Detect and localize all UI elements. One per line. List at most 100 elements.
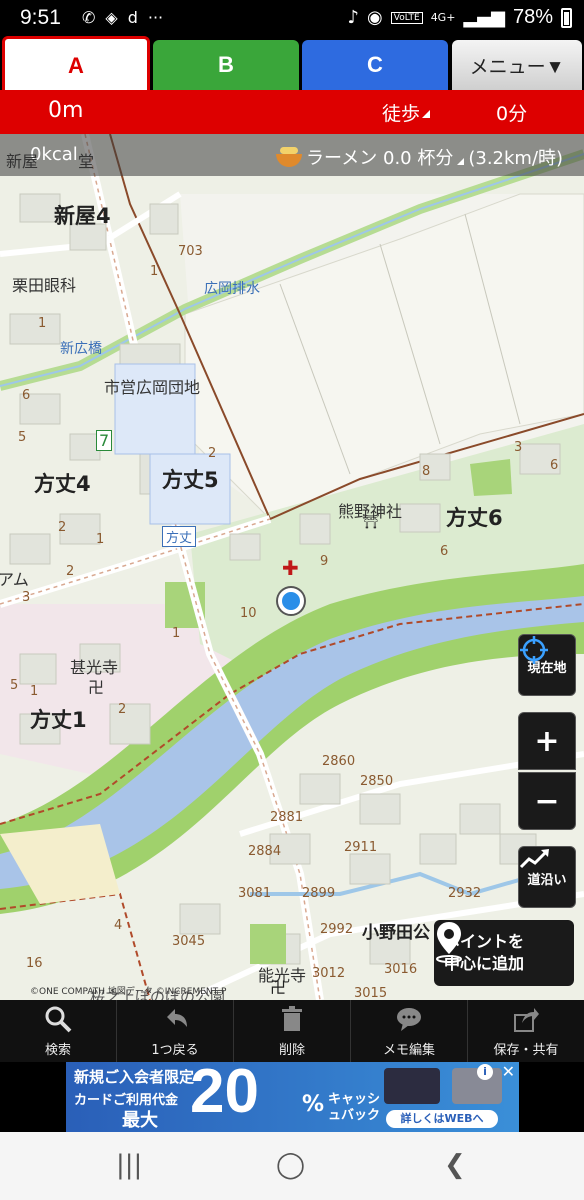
- map-number: 16: [26, 956, 43, 971]
- ramen-bowl-icon: [276, 147, 302, 167]
- map-number: 3: [514, 440, 523, 455]
- time-value: 0分: [496, 103, 528, 125]
- shield-icon: ◈: [105, 8, 118, 27]
- map-number: 2911: [344, 840, 378, 855]
- ad-close-icon[interactable]: ✕: [502, 1062, 515, 1081]
- map-number: 3015: [354, 986, 388, 1000]
- map-number: 1: [38, 316, 47, 331]
- volte-icon: VoLTE: [390, 11, 423, 24]
- tab-a[interactable]: A: [2, 36, 150, 92]
- map-number: 1: [96, 532, 105, 547]
- map-number: 2: [118, 702, 127, 717]
- back-icon[interactable]: ❮: [444, 1150, 466, 1180]
- ad-percent: %: [302, 1092, 325, 1117]
- home-icon[interactable]: ◯: [276, 1150, 305, 1180]
- map-label-shinhiro: 新広橋: [60, 341, 102, 357]
- search-icon: [45, 1006, 72, 1033]
- 4g-icon: 4G+: [430, 11, 456, 24]
- map-number: 6: [22, 388, 31, 403]
- ramen-selector[interactable]: ラーメン 0.0 杯分 (3.2km/時): [276, 144, 563, 170]
- recents-icon[interactable]: |||: [116, 1150, 142, 1180]
- ad-info-icon[interactable]: i: [477, 1064, 493, 1080]
- map-number: 2: [66, 564, 75, 579]
- map-number: 3: [22, 590, 31, 605]
- map-number: 6: [440, 544, 449, 559]
- tab-c[interactable]: C: [302, 40, 448, 90]
- ad-line1: 新規ご入会者限定: [74, 1068, 195, 1086]
- map-number: 2881: [270, 810, 304, 825]
- status-bar: 9:51 ✆ ◈ d ··· ♪ ◉ VoLTE 4G+ ▂▄▆ 78%: [0, 0, 584, 36]
- clock: 9:51: [20, 6, 61, 29]
- map-number: 703: [178, 244, 203, 259]
- speed-value: (3.2km/時): [468, 148, 564, 169]
- map-view[interactable]: 0kcal ラーメン 0.0 杯分 (3.2km/時) 新屋 堂 新屋4 栗田眼…: [0, 134, 584, 1000]
- map-label-hojo6: 方丈6: [446, 506, 503, 530]
- signal-icon: ▂▄▆: [463, 7, 505, 28]
- ad-web-button[interactable]: 詳しくはWEBへ: [386, 1110, 498, 1128]
- map-number: 5: [10, 678, 19, 693]
- map-label-shinya-top: 新屋: [6, 152, 39, 171]
- map-label-amu: アム: [0, 570, 29, 589]
- delete-label: 削除: [278, 1043, 305, 1058]
- map-number: 5: [18, 430, 27, 445]
- tab-b[interactable]: B: [153, 40, 299, 90]
- map-number: 2: [58, 520, 67, 535]
- ad-area: 新規ご入会者限定 カードご利用代金 最大 20 % キャッシュバック 詳しくはW…: [0, 1057, 584, 1132]
- battery-percent: 78%: [512, 6, 553, 28]
- current-location-marker[interactable]: [278, 588, 304, 614]
- system-nav-bar: ||| ◯ ❮: [0, 1132, 584, 1200]
- ad-card-image: [384, 1068, 440, 1104]
- menu-button[interactable]: メニュー▼: [452, 40, 582, 90]
- temple-icon: 卍: [270, 978, 287, 997]
- battery-icon: [561, 7, 572, 28]
- ad-banner[interactable]: 新規ご入会者限定 カードご利用代金 最大 20 % キャッシュバック 詳しくはW…: [66, 1057, 519, 1132]
- undo-button[interactable]: 1つ戻る: [117, 1000, 234, 1062]
- current-location-button[interactable]: 現在地: [518, 634, 576, 696]
- map-number: 10: [240, 606, 257, 621]
- map-number: 2850: [360, 774, 394, 789]
- add-point-button[interactable]: ポイントを 中心に追加: [434, 920, 574, 986]
- save-share-button[interactable]: 保存・共有: [468, 1000, 584, 1062]
- map-number: 3081: [238, 886, 272, 901]
- map-label-hirooka-haisui: 広岡排水: [204, 281, 260, 297]
- map-number: 2884: [248, 844, 282, 859]
- convenience-store-icon: 7: [96, 430, 113, 451]
- map-number: 8: [422, 464, 431, 479]
- trash-icon: [282, 1006, 302, 1031]
- wifi-call-icon: ✆: [82, 8, 96, 27]
- speech-bubble-icon: [397, 1008, 421, 1031]
- save-share-label: 保存・共有: [493, 1043, 559, 1058]
- memo-edit-button[interactable]: メモ編集: [351, 1000, 468, 1062]
- map-number: 3016: [384, 962, 418, 977]
- map-label-kurita: 栗田眼科: [12, 276, 77, 295]
- along-road-button[interactable]: 道沿い: [518, 846, 576, 908]
- map-label-hojo4: 方丈4: [34, 472, 91, 496]
- map-number: 2992: [320, 922, 354, 937]
- route-tabs: A B C メニュー▼: [0, 36, 584, 92]
- memo-edit-label: メモ編集: [382, 1043, 435, 1058]
- search-label: 検索: [44, 1043, 71, 1058]
- trend-icon: [519, 849, 549, 869]
- search-button[interactable]: 検索: [0, 1000, 117, 1062]
- d-icon: d: [127, 8, 138, 27]
- temple-icon: 卍: [88, 678, 105, 697]
- map-label-shinya4: 新屋4: [54, 204, 111, 228]
- zoom-in-button[interactable]: +: [518, 712, 576, 770]
- travel-mode-dropdown-icon[interactable]: [422, 110, 430, 118]
- map-number: 4: [114, 918, 123, 933]
- pin-icon: [436, 922, 462, 963]
- travel-mode-selector[interactable]: 徒歩: [382, 99, 420, 126]
- status-left-icons: ✆ ◈ d ···: [82, 8, 163, 27]
- map-number: 2899: [302, 886, 336, 901]
- ramen-value: ラーメン 0.0 杯分: [306, 148, 454, 169]
- status-right-icons: ♪ ◉ VoLTE 4G+ ▂▄▆ 78%: [348, 6, 572, 29]
- along-road-label: 道沿い: [527, 872, 567, 888]
- map-center-crosshair-icon: ✚: [282, 556, 299, 580]
- map-number: 6: [550, 458, 559, 473]
- map-label-shiei: 市営広岡団地: [104, 378, 201, 397]
- shrine-icon: ⛩: [362, 514, 380, 530]
- map-copyright: ©ONE COMPATH 地図データ ©INCREMENT P: [30, 987, 227, 997]
- delete-button[interactable]: 削除: [234, 1000, 351, 1062]
- mute-icon: ♪: [347, 7, 360, 28]
- zoom-out-button[interactable]: −: [518, 772, 576, 830]
